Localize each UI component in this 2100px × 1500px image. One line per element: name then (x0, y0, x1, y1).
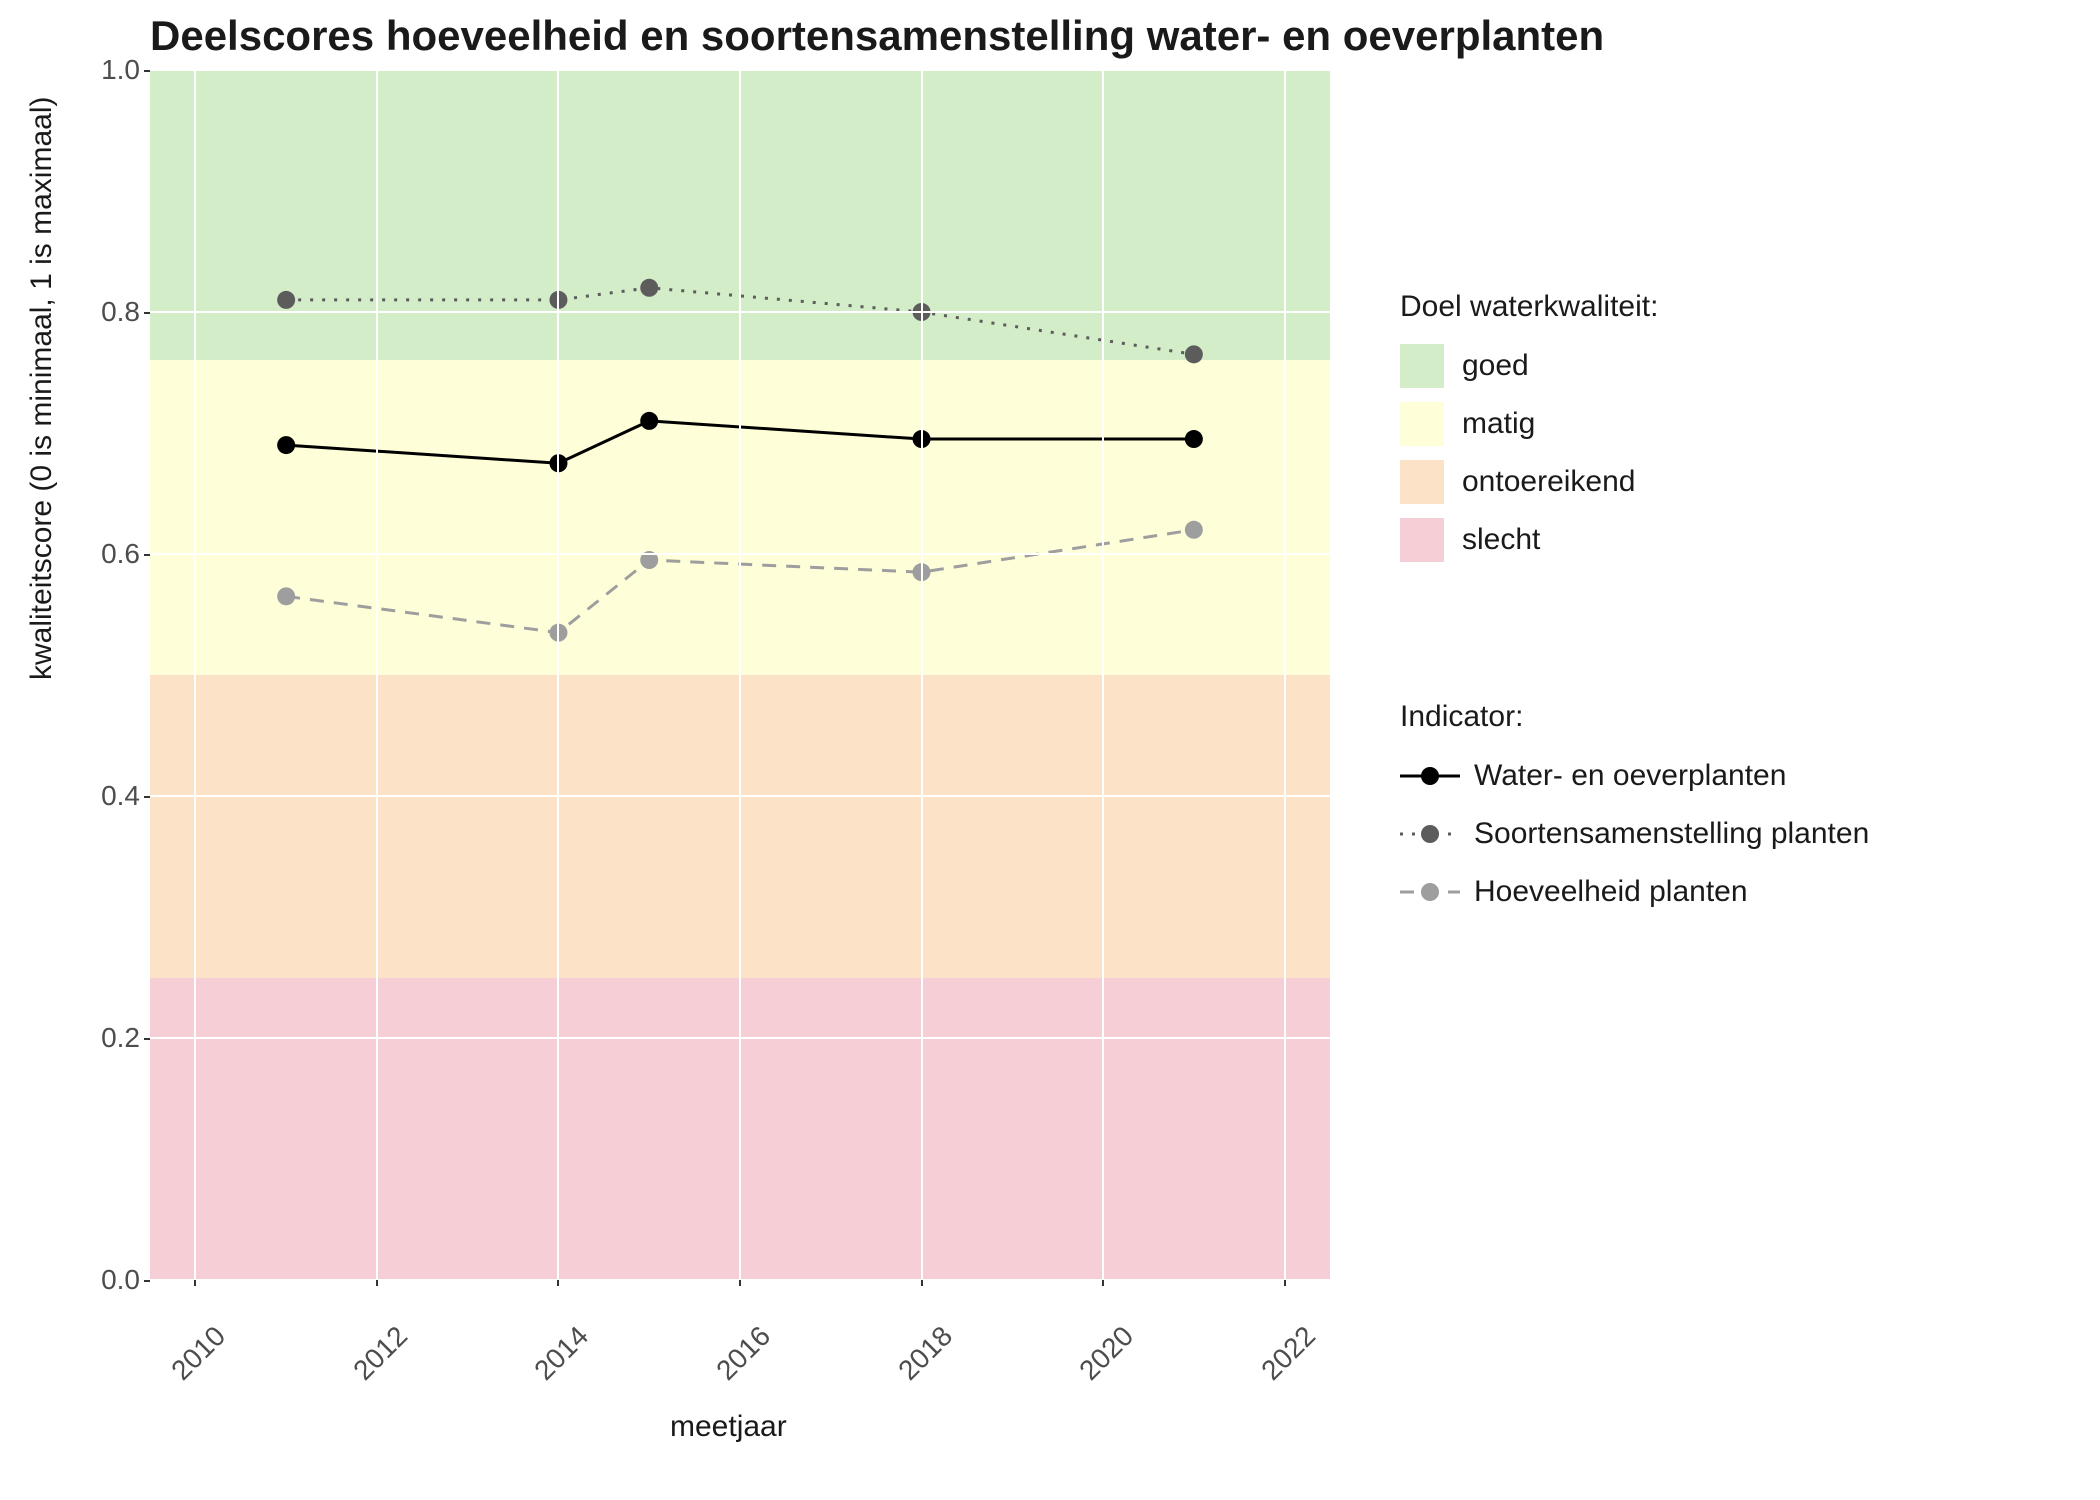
legend-label: Water- en oeverplanten (1474, 759, 1786, 793)
y-tick (144, 312, 150, 314)
y-tick (144, 796, 150, 798)
y-axis-label: kwaliteitscore (0 is minimaal, 1 is maxi… (25, 97, 59, 680)
legend-quality: Doel waterkwaliteit: goed matig ontoereike… (1400, 290, 1658, 576)
legend-indicator-item: Soortensamenstelling planten (1400, 812, 1869, 856)
x-tick (194, 1280, 196, 1286)
legend-line-swatch (1400, 754, 1460, 798)
legend-quality-item: slecht (1400, 518, 1658, 562)
x-tick-label: 2010 (166, 1320, 233, 1387)
x-tick (739, 1280, 741, 1286)
legend-swatch (1400, 402, 1444, 446)
chart-container: Deelscores hoeveelheid en soortensamenst… (0, 0, 2100, 1500)
y-tick (144, 70, 150, 72)
legend-indicator: Indicator: Water- en oeverplanten Soorten… (1400, 700, 1869, 928)
y-tick-label: 0.8 (40, 296, 140, 328)
x-tick-label: 2014 (529, 1320, 596, 1387)
y-tick-label: 0.2 (40, 1022, 140, 1054)
y-tick (144, 1038, 150, 1040)
data-point (277, 436, 295, 454)
legend-quality-item: goed (1400, 344, 1658, 388)
y-tick-label: 0.0 (40, 1264, 140, 1296)
legend-swatch (1400, 344, 1444, 388)
data-point (1185, 345, 1203, 363)
legend-label: slecht (1462, 523, 1540, 557)
x-tick-label: 2012 (347, 1320, 414, 1387)
x-axis-label: meetjaar (670, 1410, 787, 1444)
legend-label: goed (1462, 349, 1529, 383)
y-tick-label: 1.0 (40, 54, 140, 86)
legend-label: Hoeveelheid planten (1474, 875, 1748, 909)
data-point (640, 279, 658, 297)
x-tick-label: 2022 (1255, 1320, 1322, 1387)
gridline-v (557, 70, 559, 1280)
x-tick (376, 1280, 378, 1286)
legend-swatch (1400, 460, 1444, 504)
legend-label: Soortensamenstelling planten (1474, 817, 1869, 851)
legend-swatch (1400, 518, 1444, 562)
x-tick (557, 1280, 559, 1286)
y-tick-label: 0.4 (40, 780, 140, 812)
legend-quality-item: ontoereikend (1400, 460, 1658, 504)
legend-line-swatch (1400, 870, 1460, 914)
y-tick (144, 1280, 150, 1282)
data-point (277, 587, 295, 605)
legend-label: matig (1462, 407, 1535, 441)
x-tick (1284, 1280, 1286, 1286)
data-point (277, 291, 295, 309)
x-tick-label: 2018 (892, 1320, 959, 1387)
data-point (640, 412, 658, 430)
legend-label: ontoereikend (1462, 465, 1635, 499)
legend-quality-item: matig (1400, 402, 1658, 446)
data-point (1185, 430, 1203, 448)
legend-line-swatch (1400, 812, 1460, 856)
x-tick (921, 1280, 923, 1286)
plot-area (150, 70, 1330, 1280)
legend-indicator-item: Hoeveelheid planten (1400, 870, 1869, 914)
chart-title: Deelscores hoeveelheid en soortensamenst… (150, 12, 1604, 60)
x-tick-label: 2016 (710, 1320, 777, 1387)
gridline-v (921, 70, 923, 1280)
gridline-v (1284, 70, 1286, 1280)
gridline-v (1102, 70, 1104, 1280)
y-tick (144, 554, 150, 556)
legend-quality-title: Doel waterkwaliteit: (1400, 290, 1658, 324)
legend-indicator-title: Indicator: (1400, 700, 1869, 734)
legend-indicator-item: Water- en oeverplanten (1400, 754, 1869, 798)
x-tick (1102, 1280, 1104, 1286)
data-point (1185, 521, 1203, 539)
gridline-v (194, 70, 196, 1280)
y-tick-label: 0.6 (40, 538, 140, 570)
x-tick-label: 2020 (1073, 1320, 1140, 1387)
gridline-v (376, 70, 378, 1280)
gridline-v (739, 70, 741, 1280)
